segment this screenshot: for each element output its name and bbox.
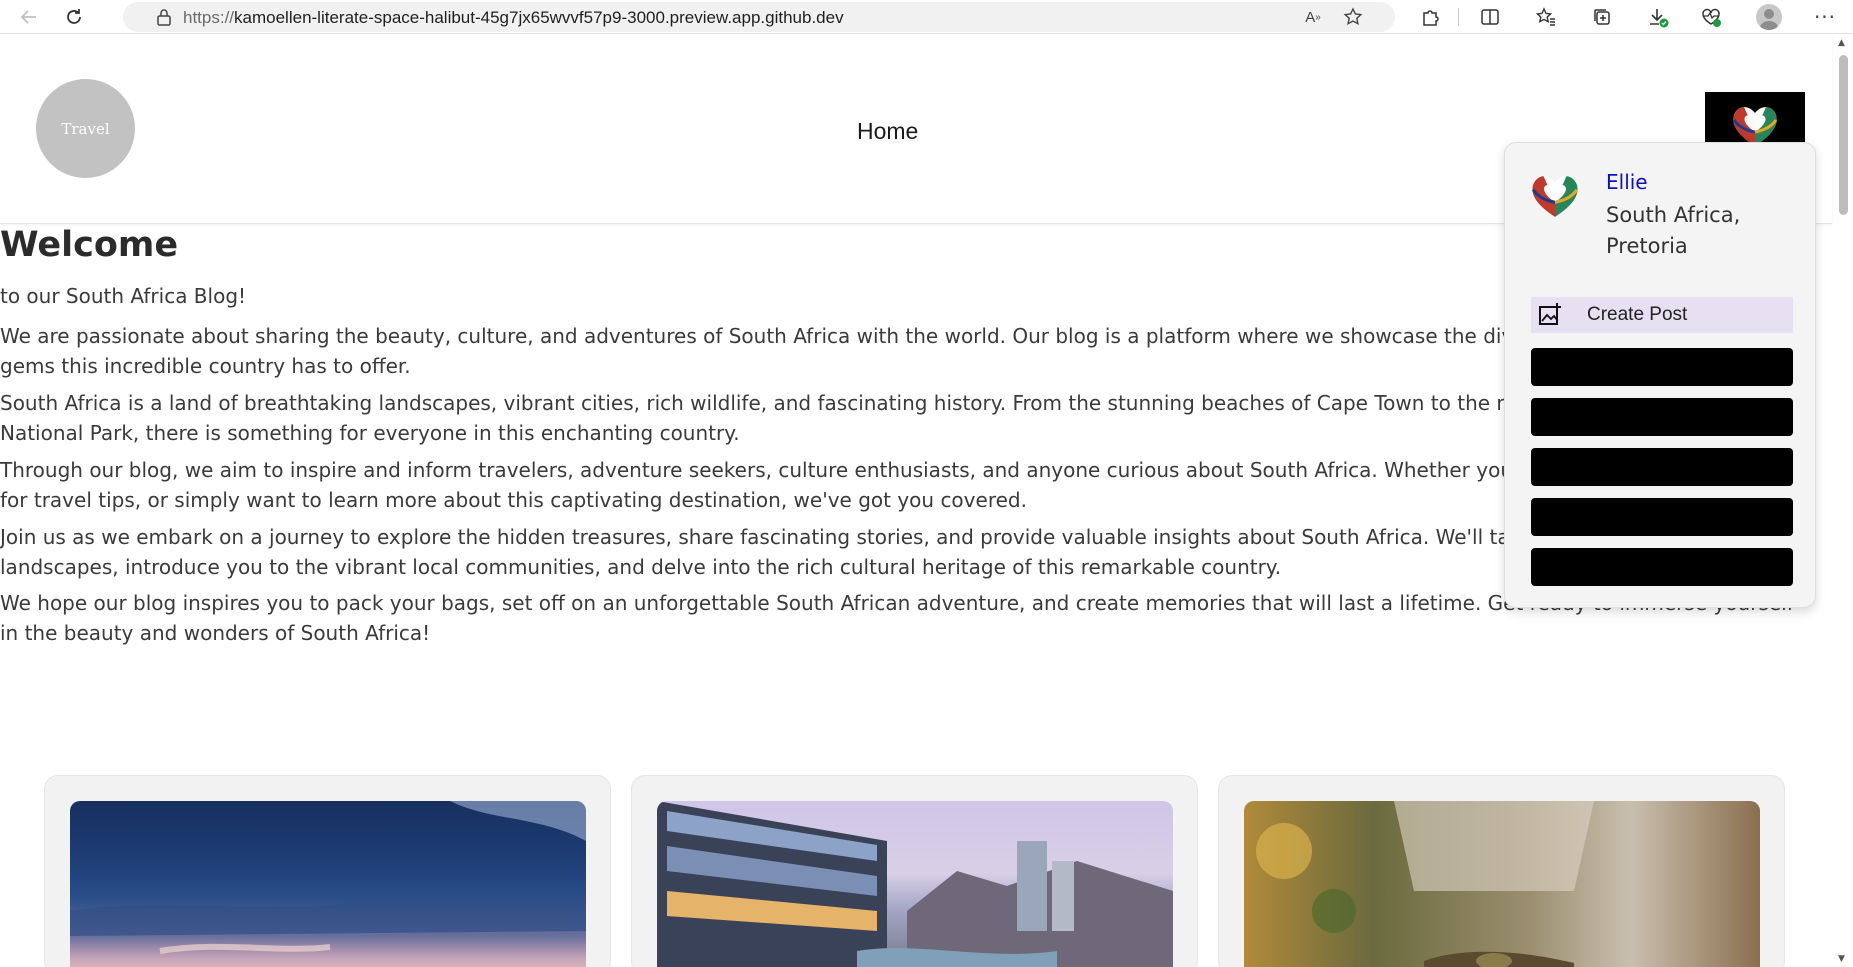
back-icon[interactable] (14, 2, 44, 32)
menu-item-redacted[interactable] (1531, 348, 1793, 386)
post-card[interactable] (631, 775, 1198, 967)
profile-icon[interactable] (1754, 2, 1784, 32)
logo-text: Travel (61, 119, 110, 138)
menu-item-redacted[interactable] (1531, 548, 1793, 586)
menu-item-redacted[interactable] (1531, 398, 1793, 436)
vertical-scrollbar[interactable]: ▲ ▼ (1834, 35, 1853, 967)
more-icon[interactable]: ··· (1810, 2, 1840, 32)
create-post-button[interactable]: Create Post (1531, 297, 1793, 333)
ocean-sunset-image[interactable] (70, 801, 586, 967)
user-location: South Africa, Pretoria (1606, 203, 1741, 258)
favorites-icon[interactable] (1531, 2, 1561, 32)
user-name-link[interactable]: Ellie (1606, 170, 1648, 194)
extensions-icon[interactable] (1415, 2, 1445, 32)
lock-icon[interactable] (149, 2, 179, 32)
crocodile-image[interactable] (1244, 801, 1760, 967)
collections-icon[interactable] (1587, 2, 1617, 32)
page: Travel Home Welcome to our South Africa … (0, 35, 1853, 967)
create-post-label: Create Post (1587, 304, 1688, 325)
split-screen-icon[interactable] (1475, 2, 1505, 32)
toolbar-divider (1458, 8, 1459, 26)
read-aloud-icon[interactable]: A» (1298, 2, 1328, 32)
favorite-icon[interactable] (1338, 2, 1368, 32)
nav-home-link[interactable]: Home (857, 118, 918, 145)
scroll-up-icon[interactable]: ▲ (1838, 38, 1845, 48)
site-logo[interactable]: Travel (36, 79, 135, 178)
profile-dropdown: Ellie South Africa, Pretoria Create Post (1504, 142, 1816, 608)
heart-avatar-icon (1529, 171, 1581, 223)
url-text[interactable]: https://kamoellen-literate-space-halibut… (183, 8, 844, 28)
menu-item-redacted[interactable] (1531, 498, 1793, 536)
performance-icon[interactable] (1696, 2, 1726, 32)
downloads-icon[interactable] (1643, 2, 1673, 32)
scroll-thumb[interactable] (1839, 55, 1848, 215)
menu-item-redacted[interactable] (1531, 448, 1793, 486)
address-bar[interactable]: https://kamoellen-literate-space-halibut… (123, 2, 1395, 32)
profile-menu-button[interactable] (1705, 92, 1805, 148)
browser-toolbar: https://kamoellen-literate-space-halibut… (0, 0, 1853, 34)
waterfront-buildings-image[interactable] (657, 801, 1173, 967)
add-image-icon (1537, 302, 1563, 332)
scroll-down-icon[interactable]: ▼ (1838, 954, 1845, 964)
post-card[interactable] (44, 775, 611, 967)
refresh-icon[interactable] (59, 2, 89, 32)
post-card[interactable] (1218, 775, 1785, 967)
page-title: Welcome (0, 225, 179, 265)
